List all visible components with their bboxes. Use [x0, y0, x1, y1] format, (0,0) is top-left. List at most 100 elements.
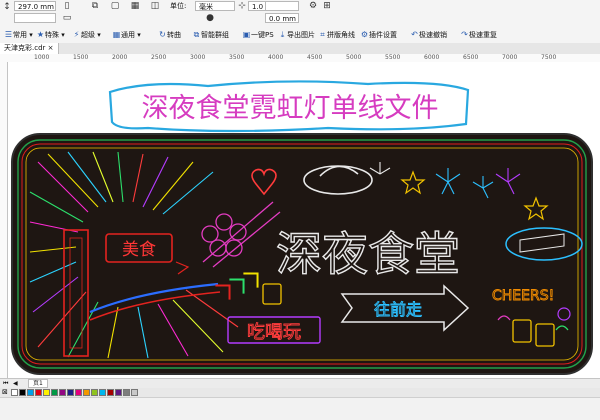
toolbar-item-label: 极速撤销	[419, 31, 447, 39]
ruler-tick: 6500	[463, 54, 479, 61]
all-pages-icon[interactable]: ⧉	[90, 1, 100, 11]
toolbar-item-plugin-settings[interactable]: ⚙插件设置	[360, 29, 397, 41]
landscape-icon[interactable]: ▭	[62, 13, 72, 23]
drawing-canvas[interactable]: 深夜食堂霓虹灯单线文件 美食 深夜食堂 吃喝玩 往前走 CHEERS!	[8, 62, 600, 378]
vertical-ruler	[0, 62, 8, 378]
options-icon[interactable]: ⚙	[308, 1, 318, 11]
prev-page-icon[interactable]: ◀	[13, 379, 18, 388]
page-height-field[interactable]: 297.0 mm	[14, 1, 56, 11]
page-width-field[interactable]	[14, 13, 56, 23]
portrait-icon[interactable]: ▯	[62, 1, 72, 11]
first-page-icon[interactable]: ⏮	[3, 379, 8, 388]
property-bar: ↕ 297.0 mm ▯ ▭ ⧉ ▢ ▦ ◫ 单位: 毫米 ● ⊹ 1.0 mm…	[0, 0, 600, 28]
swatch[interactable]	[99, 389, 106, 396]
document-tab[interactable]: 天津克彩.cdr ×	[0, 43, 59, 54]
toolbar-item-label: 极速重复	[469, 31, 497, 39]
toolbar-item-special[interactable]: ★特殊 ▾	[36, 29, 65, 41]
ruler-tick: 2000	[112, 54, 128, 61]
toolbar-item-label: 特殊	[45, 31, 59, 39]
toolbar-item-label: 插件设置	[369, 31, 397, 39]
close-icon[interactable]: ×	[48, 44, 54, 52]
ruler-tick: 2500	[151, 54, 167, 61]
toolbar-item-crop-marks[interactable]: ⌗ 拼版角线	[318, 29, 355, 41]
ruler-tick: 6000	[424, 54, 440, 61]
page-layout-icon[interactable]: ▦	[130, 1, 140, 11]
plugin-toolbar: ☰常用 ▾ ★特殊 ▾ ⚡ 超级 ▾ ▦通用 ▾ ↻转曲 ⧉ 智能群组 ▣一键PS …	[0, 27, 600, 44]
toolbar-item-label: 导出图片	[287, 31, 315, 39]
swatch[interactable]	[131, 389, 138, 396]
guidelines-icon[interactable]: ⊞	[322, 1, 332, 11]
cheers-text: CHEERS!	[492, 288, 554, 304]
swatch[interactable]	[75, 389, 82, 396]
ruler-tick: 4000	[268, 54, 284, 61]
swatch[interactable]	[123, 389, 130, 396]
group-icon: ⧉	[193, 30, 200, 39]
list-icon: ☰	[4, 30, 13, 39]
swatch[interactable]	[35, 389, 42, 396]
curve-icon: ↻	[159, 30, 166, 39]
toolbar-item-common[interactable]: ☰常用 ▾	[4, 29, 33, 41]
page-tab[interactable]: 页1	[28, 379, 48, 388]
unit-label: 单位:	[170, 2, 187, 10]
toolbar-item-label: 通用	[121, 31, 135, 39]
duplicate-x-field[interactable]	[265, 1, 299, 11]
ruler-tick: 3000	[190, 54, 206, 61]
lightning-icon: ⚡	[73, 30, 80, 39]
toolbar-item-one-key-ps[interactable]: ▣一键PS	[242, 29, 274, 41]
swatch[interactable]	[83, 389, 90, 396]
meishi-sign-text: 美食	[122, 240, 156, 260]
toolbar-item-fast-undo[interactable]: ↶极速撤销	[410, 29, 447, 41]
current-page-icon[interactable]: ▢	[110, 1, 120, 11]
toolbar-item-fast-redo[interactable]: ↷极速重复	[460, 29, 497, 41]
toolbar-item-label: 常用	[13, 31, 27, 39]
chihewan-sign-text: 吃喝玩	[247, 322, 301, 343]
page-navigator: ⏮ ◀ 页1	[0, 378, 600, 388]
undo-icon: ↶	[411, 30, 418, 39]
arrow-sign-text: 往前走	[374, 300, 422, 319]
swatch[interactable]	[27, 389, 34, 396]
swatch[interactable]	[107, 389, 114, 396]
color-wheel-icon[interactable]: ●	[205, 13, 215, 23]
toolbar-item-label: 智能群组	[201, 31, 229, 39]
export-icon: ⤓	[280, 30, 285, 39]
color-palette: ⊠	[0, 388, 600, 397]
swatch[interactable]	[43, 389, 50, 396]
bleed-icon[interactable]: ◫	[150, 1, 160, 11]
toolbar-item-label: 拼版角线	[327, 31, 355, 39]
swatch[interactable]	[59, 389, 66, 396]
ruler-tick: 5500	[385, 54, 401, 61]
swatch[interactable]	[11, 389, 18, 396]
star-icon: ★	[36, 30, 45, 39]
artwork-title: 深夜食堂霓虹灯单线文件	[142, 93, 439, 124]
swatch[interactable]	[51, 389, 58, 396]
ruler-tick: 7000	[502, 54, 518, 61]
duplicate-y-field[interactable]: 0.0 mm	[265, 13, 299, 23]
document-tab-label: 天津克彩.cdr	[4, 44, 46, 52]
grid-icon: ▦	[112, 30, 121, 39]
swatch[interactable]	[91, 389, 98, 396]
ruler-tick: 7500	[541, 54, 557, 61]
toolbar-item-general[interactable]: ▦通用 ▾	[112, 29, 141, 41]
ruler-tick: 3500	[229, 54, 245, 61]
toolbar-item-super[interactable]: ⚡ 超级 ▾	[72, 29, 101, 41]
toolbar-item-export-image[interactable]: ⤓ 导出图片	[278, 29, 315, 41]
toolbar-item-label: 一键PS	[251, 31, 274, 39]
ps-icon: ▣	[242, 30, 251, 39]
height-icon: ↕	[3, 2, 11, 12]
unit-select[interactable]: 毫米	[195, 1, 235, 11]
ruler-tick: 1500	[73, 54, 89, 61]
main-sign-text: 深夜食堂	[276, 227, 460, 281]
toolbar-item-convert-curve[interactable]: ↻转曲	[158, 29, 181, 41]
status-bar	[0, 397, 600, 420]
swatch[interactable]	[115, 389, 122, 396]
crop-icon: ⌗	[320, 30, 325, 39]
swatch[interactable]	[19, 389, 26, 396]
toolbar-item-smart-group[interactable]: ⧉ 智能群组	[192, 29, 229, 41]
toolbar-item-label: 超级	[81, 31, 95, 39]
no-fill-icon[interactable]: ⊠	[2, 388, 8, 397]
gear-icon: ⚙	[360, 30, 369, 39]
swatch[interactable]	[67, 389, 74, 396]
ruler-tick: 5000	[346, 54, 362, 61]
ruler-tick: 1000	[34, 54, 50, 61]
toolbar-item-label: 转曲	[167, 31, 181, 39]
